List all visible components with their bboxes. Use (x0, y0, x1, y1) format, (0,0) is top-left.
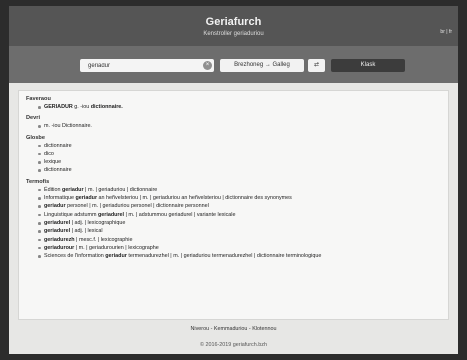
result-item: GERIADUR g. -iou dictionnaire. (38, 103, 441, 111)
result-text: dico (44, 150, 54, 157)
result-item: dico (38, 150, 441, 158)
result-list: dictionnaire dico lexique dictionnaire (38, 142, 441, 175)
result-item: lexique (38, 158, 441, 166)
result-text: m. -iou Dictionnaire. (44, 123, 92, 130)
result-section: Glosbe dictionnaire dico lexique dictionnair… (26, 135, 441, 175)
result-text: | adj. | lexicographique (70, 219, 126, 226)
result-item: m. -iou Dictionnaire. (38, 122, 441, 130)
highlighted-term: geriadurel (97, 211, 125, 218)
language-switch[interactable]: br | fr (440, 29, 452, 35)
result-text: Édition (44, 186, 62, 193)
section-title: Termofis (26, 178, 50, 185)
result-text: Linguistique adstumm (44, 211, 98, 218)
result-list: m. -iou Dictionnaire. (38, 122, 441, 130)
highlighted-term: geriadur (61, 186, 84, 193)
result-list: GERIADUR g. -iou dictionnaire. (38, 103, 441, 111)
result-item: Sciences de l'information geriadur terme… (38, 252, 441, 260)
footer: Niverou - Kemmaduriou - Klotennou © 2016… (9, 326, 458, 348)
search-button[interactable]: Klask (331, 59, 405, 72)
result-section: Faveraou GERIADUR g. -iou dictionnaire. (26, 96, 441, 111)
site-header: Geriafurch Kenstroller geriaduriou br | … (9, 6, 458, 46)
results-panel: Faveraou GERIADUR g. -iou dictionnaire. De… (18, 90, 449, 320)
result-item: dictionnaire (38, 142, 441, 150)
section-title: Faveraou (26, 96, 51, 102)
highlighted-term: geriadur (75, 195, 98, 202)
result-item: geriadurel | adj. | lexical (38, 227, 441, 235)
clear-icon[interactable]: × (203, 61, 212, 70)
app-window: Geriafurch Kenstroller geriaduriou br | … (9, 6, 458, 354)
result-text: g. -iou (72, 104, 91, 110)
result-item: dictionnaire (38, 166, 441, 174)
result-text: | m. | geriadurourien | lexicographe (74, 244, 159, 251)
result-text: | m. | geriaduriou | dictionnaire (83, 186, 158, 193)
result-text: termenadurezhel | m. | geriaduriou terme… (126, 253, 322, 260)
section-title: Glosbe (26, 134, 45, 141)
result-text: | m. | adstummou geriadurel | variante l… (124, 211, 236, 218)
highlighted-term: geriadurel (44, 219, 71, 226)
result-item: geriadur personel | m. | geriaduriou per… (38, 202, 441, 210)
search-input[interactable] (80, 59, 214, 72)
section-title: Devri (26, 115, 40, 122)
highlighted-term: geriadurour (44, 244, 75, 251)
result-item: geriadurel | adj. | lexicographique (38, 219, 441, 227)
highlighted-term: geriadur (105, 253, 127, 260)
result-text: lexique (44, 159, 62, 166)
footer-links[interactable]: Niverou - Kemmaduriou - Klotennou (9, 326, 458, 332)
result-item: geriadurezh | mesc.f. | lexicographie (38, 236, 441, 244)
result-list: Édition geriadur | m. | geriaduriou | di… (38, 186, 441, 261)
result-item: geriadurour | m. | geriadurourien | lexi… (38, 244, 441, 252)
result-text: dictionnaire (44, 142, 72, 149)
site-title[interactable]: Geriafurch (9, 6, 458, 28)
highlighted-term: dictionnaire. (90, 104, 123, 110)
result-text: personel | m. | geriaduriou personel | d… (65, 203, 209, 210)
result-item: Linguistique adstumm geriadurel | m. | a… (38, 211, 441, 219)
result-text: Sciences de l'information (44, 253, 106, 260)
result-item: Informatique geriadur an heñvelsteriou |… (38, 194, 441, 202)
site-subtitle: Kenstroller geriaduriou (203, 31, 264, 37)
swap-direction-button[interactable]: ⇄ (308, 59, 325, 72)
result-section: Termofis Édition geriadur | m. | geriadur… (26, 179, 441, 261)
result-section: Devri m. -iou Dictionnaire. (26, 115, 441, 130)
highlighted-term: geriadurezh (44, 236, 75, 243)
highlighted-term: GERIADUR (44, 104, 73, 110)
search-bar: × Brezhoneg → Galleg ⇄ Klask (9, 46, 458, 83)
result-text: | adj. | lexical (70, 228, 103, 235)
result-text: dictionnaire (44, 167, 72, 174)
direction-select[interactable]: Brezhoneg → Galleg (220, 59, 304, 72)
result-text: | mesc.f. | lexicographie (74, 236, 133, 243)
copyright: © 2016-2019 geriafurch.bzh (200, 342, 267, 348)
highlighted-term: geriadur (44, 203, 66, 210)
result-text: an heñvelsteriou | m. | geriaduriou an h… (97, 195, 292, 202)
highlighted-term: geriadurel (44, 228, 71, 235)
result-item: Édition geriadur | m. | geriaduriou | di… (38, 186, 441, 194)
result-text: Informatique (44, 195, 76, 202)
